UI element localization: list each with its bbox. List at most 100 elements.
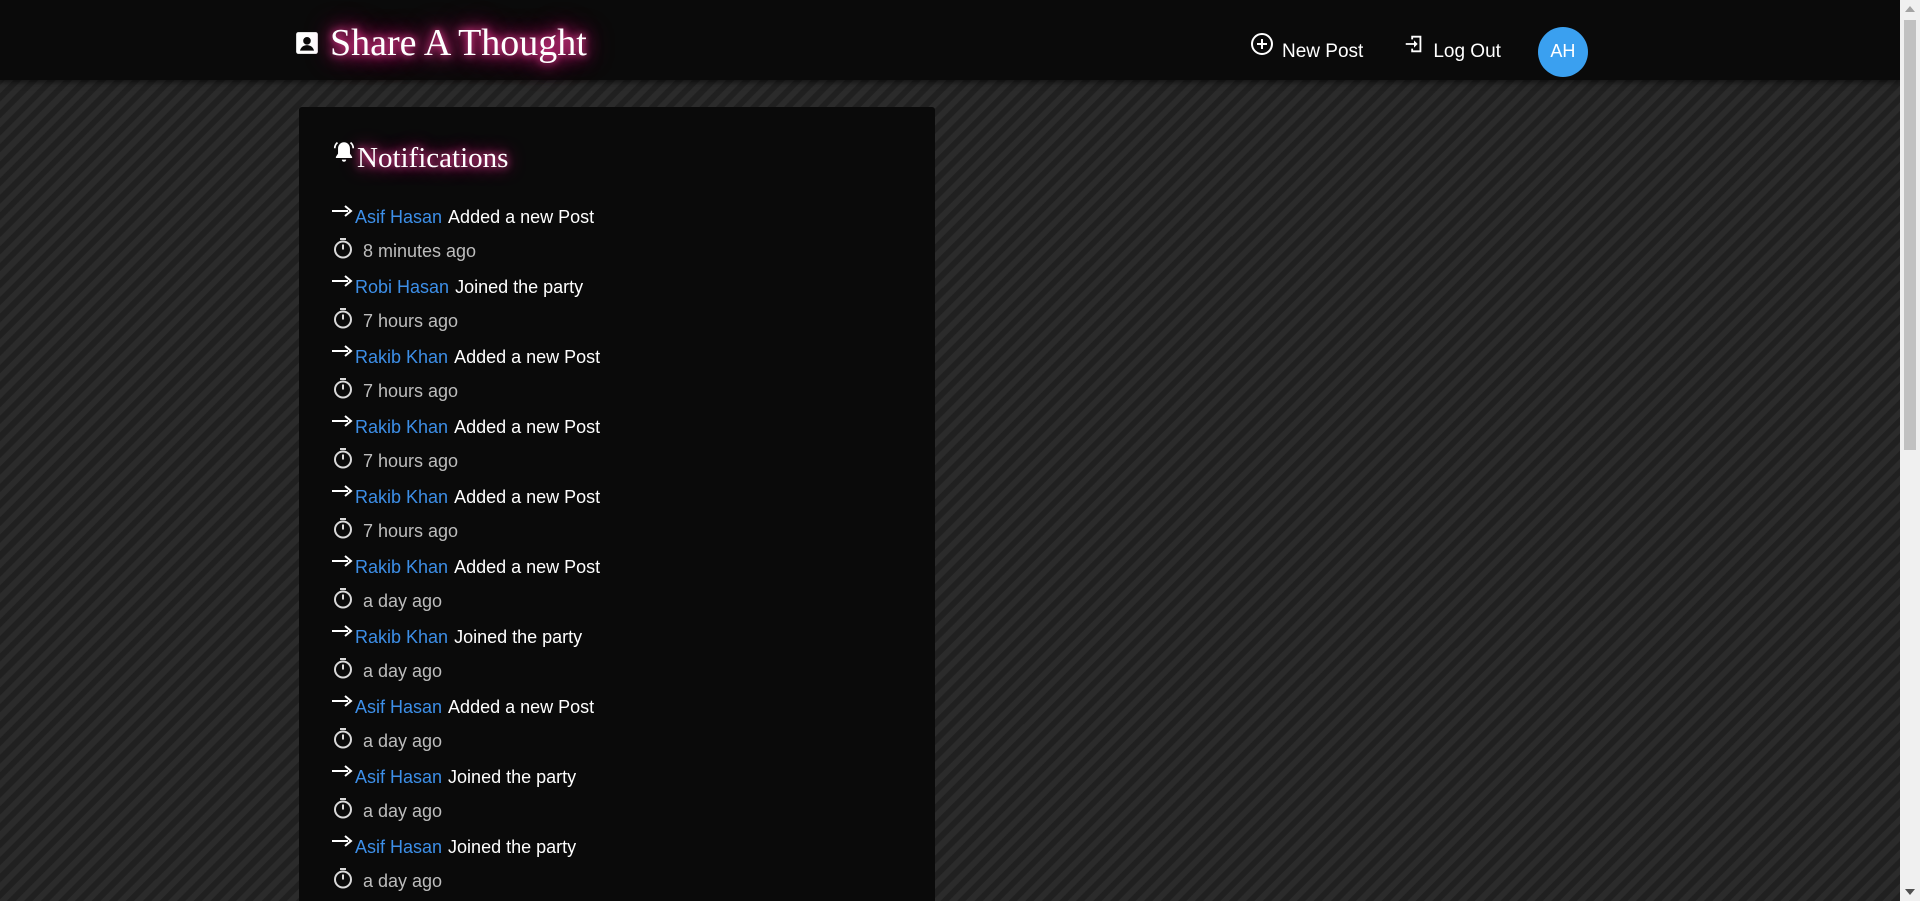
notification-line: Rakib Khan Added a new Post [331, 412, 600, 442]
notification-action: Added a new Post [448, 206, 595, 227]
stopwatch-icon [331, 726, 355, 750]
user-link[interactable]: Asif Hasan [355, 697, 442, 718]
notifications-card: Notifications Asif Hasan Added a new Post… [299, 107, 935, 901]
arrow-right-icon [331, 273, 353, 289]
bell-icon [331, 141, 357, 174]
contact-card-icon [294, 30, 320, 56]
notification-line: Asif Hasan Added a new Post [331, 202, 600, 232]
notification-action: Joined the party [454, 626, 583, 647]
user-link[interactable]: Robi Hasan [355, 277, 449, 298]
stopwatch-icon [331, 796, 355, 820]
user-link[interactable]: Rakib Khan [355, 557, 448, 578]
logout-icon [1403, 35, 1433, 66]
stopwatch-icon [331, 656, 355, 680]
notification-time: a day ago [331, 586, 600, 616]
arrow-right-icon [331, 763, 353, 779]
stopwatch-icon [331, 516, 355, 540]
notification-time: a day ago [331, 796, 600, 826]
stopwatch-icon [331, 306, 355, 330]
notification-action: Joined the party [448, 836, 577, 857]
user-link[interactable]: Rakib Khan [355, 627, 448, 648]
notification-time: 8 minutes ago [331, 236, 600, 266]
notification-list: Asif Hasan Added a new Post 8 minutes ago R… [331, 202, 600, 901]
notification-item: Rakib Khan Added a new Post 7 hours ago [331, 482, 600, 552]
notification-action: Added a new Post [454, 556, 601, 577]
scroll-up-arrow[interactable] [1905, 6, 1915, 12]
notification-line: Asif Hasan Joined the party [331, 762, 600, 792]
notification-time: 7 hours ago [331, 446, 600, 476]
logout-label: Log Out [1433, 40, 1501, 62]
stopwatch-icon [331, 236, 355, 260]
notification-line: Asif Hasan Joined the party [331, 832, 600, 862]
arrow-right-icon [331, 483, 353, 499]
arrow-right-icon [331, 343, 353, 359]
notifications-title: Notifications [357, 142, 509, 174]
user-link[interactable]: Asif Hasan [355, 767, 442, 788]
time-ago: 7 hours ago [363, 450, 459, 471]
notification-action: Joined the party [448, 766, 577, 787]
notification-line: Robi Hasan Joined the party [331, 272, 600, 302]
notification-item: Asif Hasan Added a new Post 8 minutes ago [331, 202, 600, 272]
notification-action: Added a new Post [454, 486, 601, 507]
stopwatch-icon [331, 586, 355, 610]
time-ago: 7 hours ago [363, 310, 459, 331]
arrow-right-icon [331, 623, 353, 639]
arrow-right-icon [331, 693, 353, 709]
arrow-right-icon [331, 413, 353, 429]
notification-time: a day ago [331, 656, 600, 686]
notification-item: Rakib Khan Added a new Post a day ago [331, 552, 600, 622]
notification-line: Rakib Khan Added a new Post [331, 552, 600, 582]
time-ago: 8 minutes ago [363, 240, 477, 261]
user-link[interactable]: Asif Hasan [355, 837, 442, 858]
time-ago: a day ago [363, 800, 443, 821]
stopwatch-icon [331, 446, 355, 470]
navbar: Share A Thought New Post Log Out AH [0, 0, 1900, 80]
avatar[interactable]: AH [1537, 26, 1588, 77]
time-ago: 7 hours ago [363, 520, 459, 541]
logout-button[interactable]: Log Out [1403, 35, 1501, 66]
stopwatch-icon [331, 866, 355, 890]
notification-time: 7 hours ago [331, 306, 600, 336]
time-ago: a day ago [363, 590, 443, 611]
site-title: Share A Thought [330, 22, 587, 64]
user-link[interactable]: Rakib Khan [355, 487, 448, 508]
time-ago: a day ago [363, 660, 443, 681]
notification-line: Rakib Khan Joined the party [331, 622, 600, 652]
notification-item: Robi Hasan Joined the party 7 hours ago [331, 272, 600, 342]
notification-time: 7 hours ago [331, 516, 600, 546]
arrow-right-icon [331, 553, 353, 569]
brand[interactable]: Share A Thought [294, 24, 587, 62]
arrow-right-icon [331, 203, 353, 219]
plus-circle-icon [1250, 32, 1282, 67]
notification-item: Asif Hasan Added a new Post a day ago [331, 692, 600, 762]
notification-item: Rakib Khan Joined the party a day ago [331, 622, 600, 692]
notification-line: Asif Hasan Added a new Post [331, 692, 600, 722]
notification-time: a day ago [331, 866, 600, 896]
user-link[interactable]: Asif Hasan [355, 207, 442, 228]
time-ago: a day ago [363, 730, 443, 751]
notifications-header: Notifications [331, 141, 509, 175]
scrollbar[interactable] [1900, 0, 1920, 901]
notification-line: Rakib Khan Added a new Post [331, 482, 600, 512]
user-link[interactable]: Rakib Khan [355, 417, 448, 438]
notification-time: a day ago [331, 726, 600, 756]
notification-item: Rakib Khan Added a new Post 7 hours ago [331, 342, 600, 412]
notification-action: Added a new Post [454, 416, 601, 437]
new-post-label: New Post [1282, 40, 1364, 62]
notification-action: Added a new Post [448, 696, 595, 717]
notification-item: Rakib Khan Added a new Post 7 hours ago [331, 412, 600, 482]
notification-action: Joined the party [455, 276, 584, 297]
notification-item: Asif Hasan Joined the party a day ago [331, 832, 600, 901]
scroll-down-arrow[interactable] [1905, 889, 1915, 895]
scroll-thumb[interactable] [1904, 20, 1916, 450]
notification-time: 7 hours ago [331, 376, 600, 406]
stopwatch-icon [331, 376, 355, 400]
notification-line: Rakib Khan Added a new Post [331, 342, 600, 372]
user-link[interactable]: Rakib Khan [355, 347, 448, 368]
arrow-right-icon [331, 833, 353, 849]
time-ago: a day ago [363, 870, 443, 891]
new-post-button[interactable]: New Post [1250, 32, 1364, 67]
nav-actions: New Post Log Out AH [1250, 0, 1588, 103]
notification-item: Asif Hasan Joined the party a day ago [331, 762, 600, 832]
notification-action: Added a new Post [454, 346, 601, 367]
